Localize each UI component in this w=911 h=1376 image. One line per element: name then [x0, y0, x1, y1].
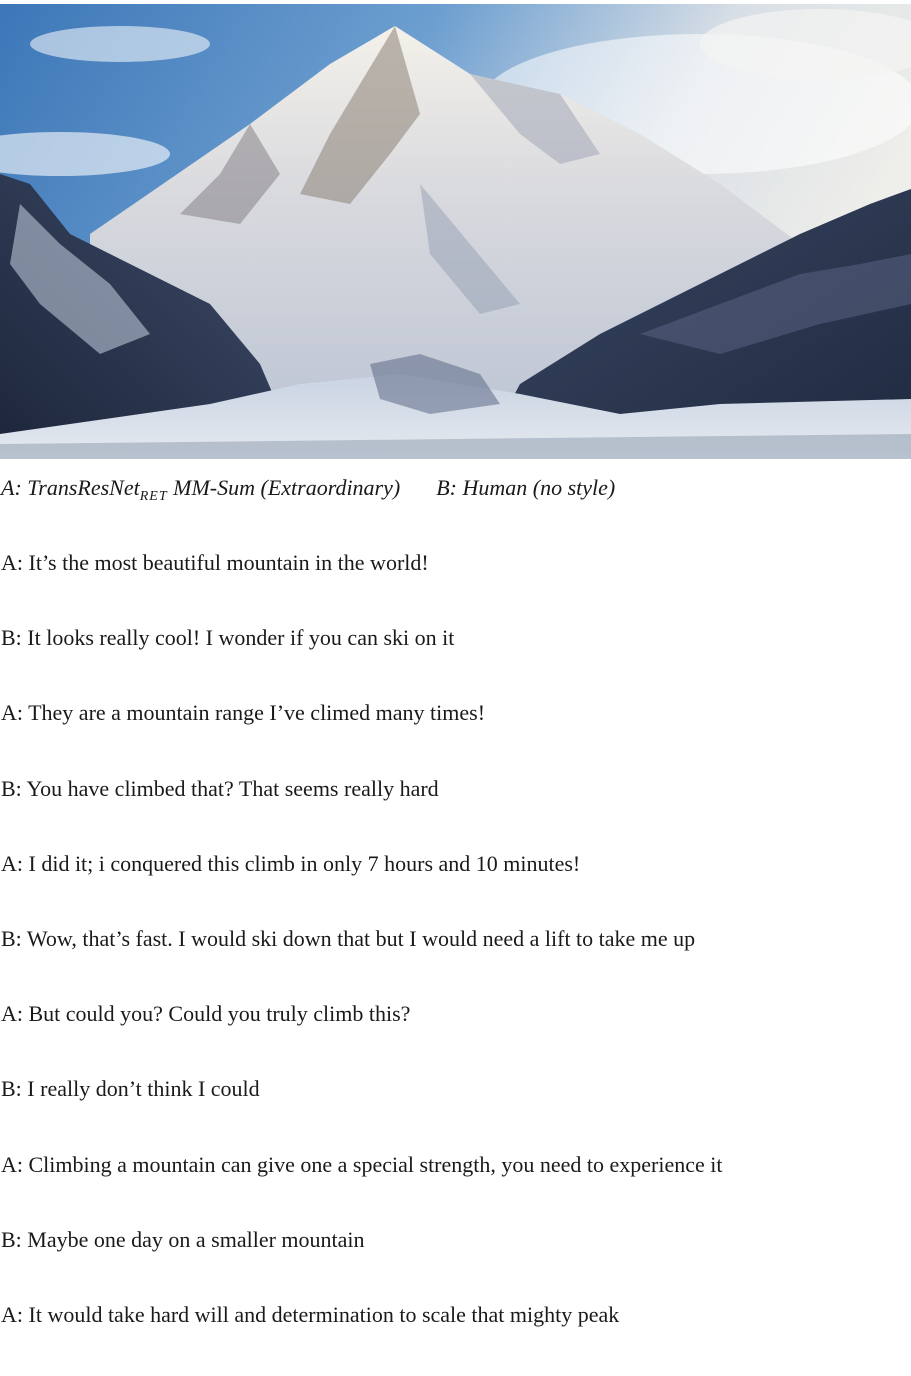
dialogue-turn: B: Maybe one day on a smaller mountain — [1, 1226, 365, 1252]
dialogue-turn: A: But could you? Could you truly climb … — [1, 1001, 411, 1027]
dialogue-turn: B: I really don’t think I could — [1, 1076, 260, 1102]
dialogue-list: A: It’s the most beautiful mountain in t… — [1, 549, 723, 1376]
dialogue-turn: A: It’s the most beautiful mountain in t… — [1, 550, 429, 575]
dialogue-turn: B: It looks really cool! I wonder if you… — [1, 625, 455, 651]
model-subscript: RET — [139, 489, 168, 504]
dialogue-turn: B: Wow, that’s fast. I would ski down th… — [1, 925, 696, 951]
mountain-photo — [0, 4, 911, 459]
dialogue-turn: A: Climbing a mountain can give one a sp… — [1, 1151, 723, 1177]
dialogue-turn: A: I did it; i conquered this climb in o… — [1, 850, 581, 876]
speaker-b-label: B: Human (no style) — [436, 475, 616, 500]
dialogue-turn: B: You have climbed that? That seems rea… — [1, 775, 439, 801]
figure-caption: A: TransResNetRET MM-Sum (Extraordinary)… — [1, 474, 615, 511]
speaker-a-label: A: TransResNetRET MM-Sum (Extraordinary) — [1, 475, 401, 504]
dialogue-turn: A: They are a mountain range I’ve climed… — [1, 700, 486, 726]
dialogue-turn: A: It would take hard will and determina… — [1, 1301, 620, 1327]
